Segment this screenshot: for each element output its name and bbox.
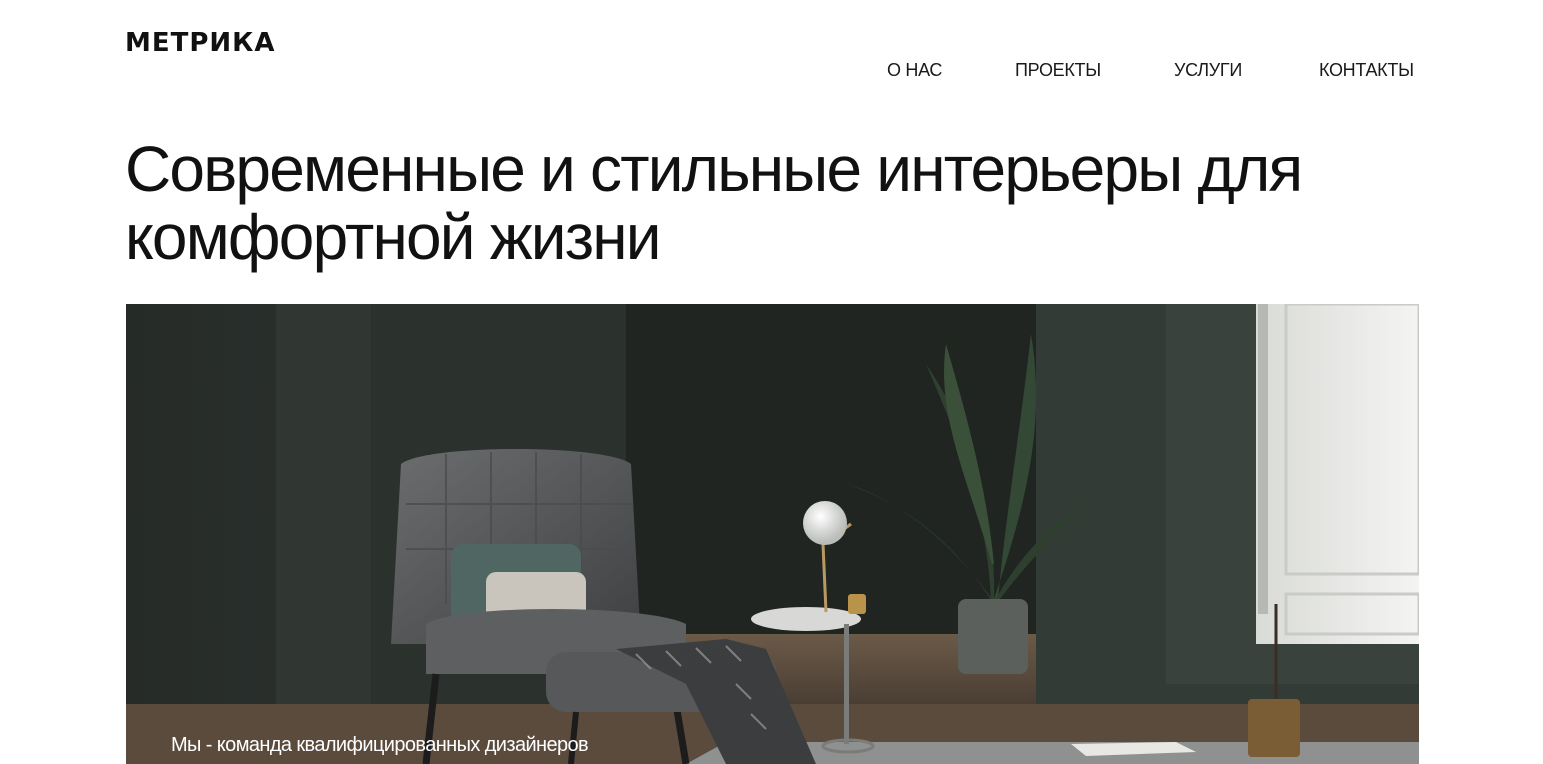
- interior-illustration: [126, 304, 1419, 764]
- logo[interactable]: МЕТРИКА: [125, 28, 275, 58]
- hero-caption: Мы - команда квалифицированных дизайнеро…: [171, 734, 589, 756]
- page: МЕТРИКА О НАС ПРОЕКТЫ УСЛУГИ КОНТАКТЫ Со…: [0, 0, 1543, 764]
- main-nav: О НАС ПРОЕКТЫ УСЛУГИ КОНТАКТЫ: [0, 58, 1543, 82]
- hero-title: Современные и стильные интерьеры для ком…: [125, 133, 1303, 273]
- logo-text: МЕТРИКА: [125, 28, 276, 58]
- nav-link-services[interactable]: УСЛУГИ: [1174, 58, 1242, 82]
- nav-link-about[interactable]: О НАС: [887, 58, 942, 82]
- hero-image: Мы - команда квалифицированных дизайнеро…: [126, 304, 1419, 764]
- nav-link-contacts[interactable]: КОНТАКТЫ: [1319, 58, 1414, 82]
- nav-link-projects[interactable]: ПРОЕКТЫ: [1015, 58, 1101, 82]
